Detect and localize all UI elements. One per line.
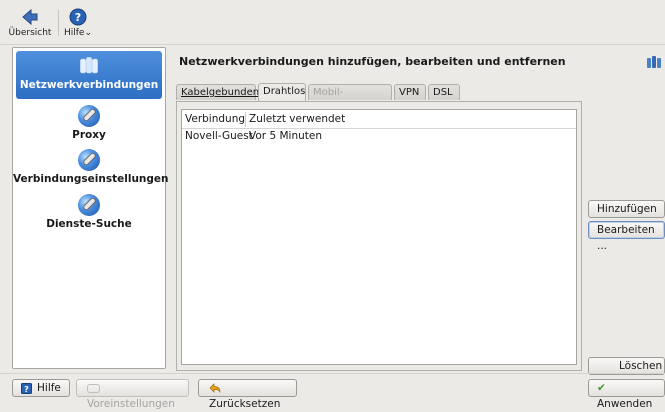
category-sidebar: Netzwerkverbindungen Proxy Verbindungsei… xyxy=(12,47,169,369)
connection-list[interactable]: Verbindung Zuletzt verwendet Novell-Gues… xyxy=(181,109,577,365)
back-arrow-icon xyxy=(22,8,38,26)
tab-label: Drahtlos xyxy=(263,86,306,97)
sidebar-item-label: Proxy xyxy=(72,129,106,141)
page-title: Netzwerkverbindungen hinzufügen, bearbei… xyxy=(179,55,566,68)
wrench-globe-icon xyxy=(78,105,100,127)
checkmark-icon: ✔ xyxy=(597,382,606,394)
column-header-connection[interactable]: Verbindung xyxy=(182,112,246,127)
sidebar-item-label: Dienste-Suche xyxy=(46,218,132,230)
tab-label: DSL xyxy=(433,87,453,98)
svg-text:?: ? xyxy=(24,385,29,394)
svg-text:?: ? xyxy=(75,11,81,24)
cell-last-used: Vor 5 Minuten xyxy=(249,130,322,142)
wrench-globe-icon xyxy=(78,149,100,171)
sidebar-item-proxy[interactable]: Proxy xyxy=(13,105,165,141)
edit-button[interactable]: Bearbeiten ... xyxy=(588,221,665,252)
table-row[interactable]: Novell-Guest Vor 5 Minuten xyxy=(182,129,574,143)
edit-button-label: Bearbeiten ... xyxy=(597,224,655,252)
wrench-globe-icon xyxy=(78,194,100,216)
tab-label: Kabelgebunden xyxy=(181,87,260,98)
help-menu-button[interactable]: ? Hilfe⌄ xyxy=(62,8,94,38)
overview-button[interactable]: Übersicht xyxy=(8,8,52,38)
help-button[interactable]: ? Hilfe xyxy=(12,379,70,397)
apply-button-label: Anwenden xyxy=(597,398,653,410)
add-button[interactable]: Hinzufügen ... xyxy=(588,200,665,231)
column-header-last-used[interactable]: Zuletzt verwendet xyxy=(246,112,576,127)
sidebar-item-service-discovery[interactable]: Dienste-Suche xyxy=(13,194,165,230)
cell-connection: Novell-Guest xyxy=(185,130,253,142)
defaults-button[interactable]: Voreinstellungen xyxy=(76,379,189,410)
sidebar-item-network-connections[interactable]: Netzwerkverbindungen xyxy=(16,51,162,99)
help-icon: ? xyxy=(69,8,87,26)
defaults-button-label: Voreinstellungen xyxy=(87,398,175,410)
tab-wireless[interactable]: Drahtlos xyxy=(258,83,306,101)
toolbar-divider xyxy=(0,44,665,45)
apply-button[interactable]: ✔ Anwenden xyxy=(588,379,665,410)
reset-button-label: Zurücksetzen xyxy=(209,398,281,410)
sidebar-item-label: Netzwerkverbindungen xyxy=(19,79,159,91)
defaults-icon xyxy=(87,383,100,393)
undo-icon xyxy=(209,383,221,393)
delete-button-label: Löschen xyxy=(619,360,663,372)
footer-divider xyxy=(0,373,665,374)
tab-mobile-broadband[interactable]: Mobil-Breitband xyxy=(308,84,392,114)
tab-wired[interactable]: Kabelgebunden xyxy=(176,84,260,100)
network-connections-icon xyxy=(647,56,661,68)
help-book-icon: ? xyxy=(21,382,32,394)
wireless-tab-panel: Verbindung Zuletzt verwendet Novell-Gues… xyxy=(176,101,582,371)
tab-vpn[interactable]: VPN xyxy=(394,84,426,100)
help-button-label: Hilfe xyxy=(37,382,61,394)
sidebar-item-label: Verbindungseinstellungen xyxy=(13,173,169,185)
tab-dsl[interactable]: DSL xyxy=(428,84,460,100)
toolbar-separator xyxy=(58,10,59,36)
network-connections-icon xyxy=(80,57,98,74)
tab-label: VPN xyxy=(399,87,420,98)
chevron-down-icon: ⌄ xyxy=(84,28,93,38)
overview-label: Übersicht xyxy=(8,28,52,38)
reset-button[interactable]: Zurücksetzen xyxy=(198,379,297,410)
sidebar-item-connection-settings[interactable]: Verbindungseinstellungen xyxy=(13,149,169,185)
help-menu-label: Hilfe xyxy=(63,28,85,38)
